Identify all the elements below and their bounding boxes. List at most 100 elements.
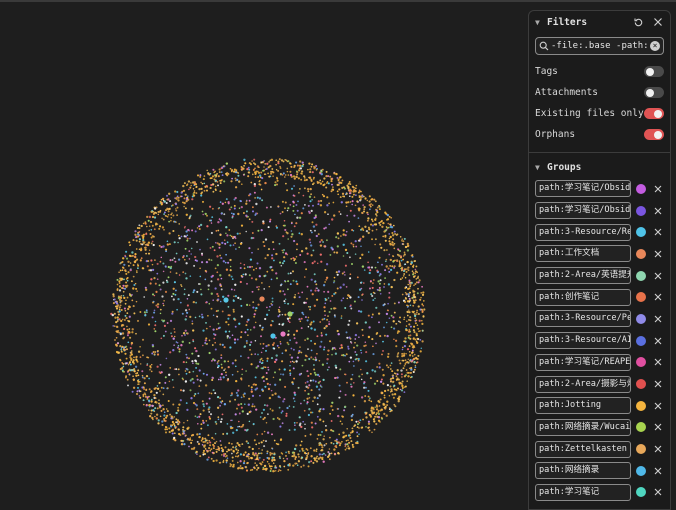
graph-node[interactable]: [113, 312, 116, 315]
graph-node[interactable]: [298, 216, 302, 219]
graph-node[interactable]: [380, 391, 383, 394]
graph-node[interactable]: [407, 266, 410, 269]
graph-node[interactable]: [299, 167, 303, 170]
graph-node[interactable]: [278, 406, 281, 409]
graph-node[interactable]: [174, 293, 177, 296]
graph-node[interactable]: [192, 381, 195, 384]
graph-node[interactable]: [279, 342, 282, 345]
graph-node[interactable]: [230, 180, 233, 183]
graph-node[interactable]: [382, 340, 384, 343]
graph-node[interactable]: [404, 385, 407, 388]
graph-node[interactable]: [321, 449, 324, 452]
graph-node[interactable]: [227, 366, 230, 369]
graph-node[interactable]: [128, 328, 131, 330]
graph-node[interactable]: [303, 261, 306, 264]
graph-node[interactable]: [215, 448, 217, 451]
graph-node[interactable]: [307, 374, 310, 378]
graph-node[interactable]: [246, 428, 249, 431]
graph-node[interactable]: [292, 270, 294, 273]
group-color-swatch[interactable]: [636, 205, 646, 216]
graph-node[interactable]: [131, 331, 134, 334]
graph-node[interactable]: [270, 172, 273, 175]
graph-node[interactable]: [350, 385, 353, 388]
graph-node[interactable]: [281, 174, 284, 176]
graph-node[interactable]: [240, 304, 243, 307]
graph-node[interactable]: [345, 192, 348, 195]
graph-node[interactable]: [293, 422, 296, 424]
graph-node[interactable]: [381, 368, 384, 371]
graph-node[interactable]: [209, 205, 212, 208]
graph-node[interactable]: [258, 267, 262, 270]
graph-node[interactable]: [330, 405, 333, 408]
graph-node[interactable]: [267, 166, 270, 169]
graph-node[interactable]: [342, 229, 345, 232]
graph-node[interactable]: [174, 190, 177, 193]
graph-node[interactable]: [173, 436, 176, 440]
graph-node[interactable]: [322, 420, 325, 423]
graph-node[interactable]: [408, 297, 411, 300]
graph-node[interactable]: [240, 165, 243, 168]
graph-node[interactable]: [391, 265, 394, 268]
graph-node[interactable]: [176, 206, 179, 209]
graph-node[interactable]: [194, 230, 197, 233]
graph-node[interactable]: [219, 343, 222, 346]
graph-node[interactable]: [230, 275, 233, 278]
graph-node[interactable]: [360, 349, 362, 352]
graph-node[interactable]: [396, 369, 399, 372]
graph-node[interactable]: [323, 177, 326, 180]
graph-node[interactable]: [362, 210, 366, 213]
graph-node[interactable]: [164, 428, 167, 431]
graph-node[interactable]: [314, 289, 317, 292]
graph-node[interactable]: [235, 379, 238, 383]
graph-node[interactable]: [260, 171, 263, 174]
graph-node[interactable]: [391, 231, 394, 235]
graph-node[interactable]: [227, 294, 230, 297]
graph-node[interactable]: [293, 455, 295, 458]
graph-node[interactable]: [408, 311, 411, 314]
graph-node[interactable]: [321, 386, 323, 388]
graph-node[interactable]: [205, 402, 208, 405]
graph-node[interactable]: [124, 362, 127, 365]
graph-node[interactable]: [370, 410, 373, 413]
graph-node[interactable]: [194, 259, 197, 262]
graph-node[interactable]: [279, 466, 282, 468]
graph-node[interactable]: [180, 443, 184, 446]
graph-node[interactable]: [125, 286, 128, 289]
graph-node[interactable]: [288, 405, 291, 407]
graph-node[interactable]: [248, 304, 251, 306]
group-query-input[interactable]: path:学习笔记/Obsid:: [535, 202, 631, 220]
close-icon[interactable]: [653, 227, 663, 237]
graph-node[interactable]: [189, 389, 192, 392]
graph-node[interactable]: [206, 225, 209, 228]
graph-node[interactable]: [288, 452, 290, 455]
graph-node[interactable]: [415, 361, 418, 364]
graph-node[interactable]: [151, 235, 154, 238]
graph-node[interactable]: [373, 198, 376, 201]
graph-node[interactable]: [252, 236, 255, 240]
graph-node[interactable]: [119, 304, 122, 307]
graph-node[interactable]: [266, 253, 269, 257]
graph-node[interactable]: [409, 337, 412, 340]
graph-node[interactable]: [275, 358, 278, 361]
graph-node[interactable]: [272, 417, 275, 421]
graph-node[interactable]: [270, 302, 272, 305]
graph-node[interactable]: [409, 304, 412, 307]
graph-node[interactable]: [356, 344, 359, 347]
graph-node[interactable]: [243, 263, 246, 266]
graph-node[interactable]: [420, 319, 423, 322]
graph-node[interactable]: [165, 416, 168, 419]
graph-node[interactable]: [282, 290, 285, 292]
graph-node[interactable]: [383, 412, 386, 416]
graph-node[interactable]: [175, 368, 178, 371]
graph-node[interactable]: [315, 168, 318, 171]
graph-node[interactable]: [377, 409, 380, 412]
graph-node[interactable]: [364, 395, 367, 397]
graph-node[interactable]: [336, 287, 339, 290]
graph-node[interactable]: [246, 303, 249, 306]
graph-node[interactable]: [178, 373, 180, 376]
graph-node[interactable]: [187, 426, 190, 429]
graph-node[interactable]: [284, 302, 286, 305]
graph-node[interactable]: [253, 184, 257, 188]
graph-node[interactable]: [187, 438, 190, 441]
graph-node[interactable]: [297, 200, 299, 203]
